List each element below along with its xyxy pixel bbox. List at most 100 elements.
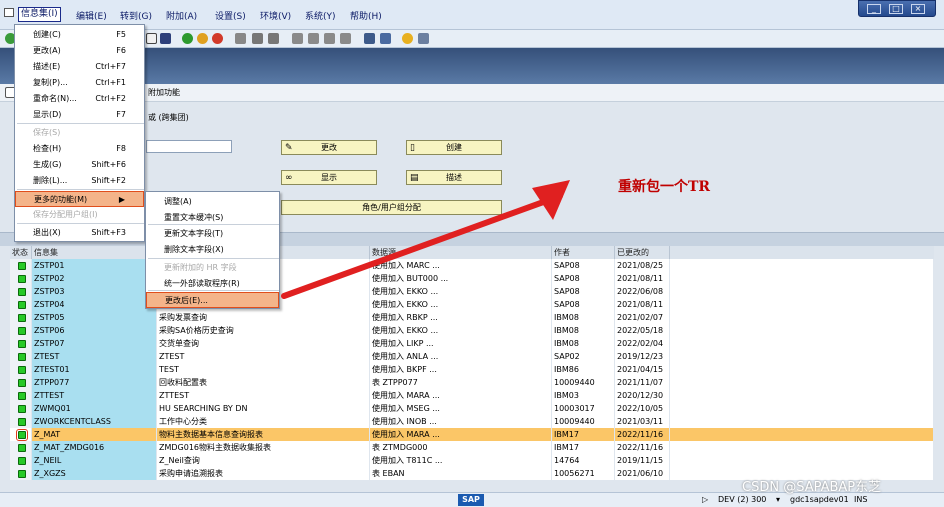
infoset-menu-item[interactable]: 检查(H) F8 xyxy=(15,141,144,157)
print-icon[interactable] xyxy=(235,33,246,44)
author-cell[interactable]: IBM08 xyxy=(552,311,615,324)
description-cell[interactable]: 交货单查询 xyxy=(157,337,370,350)
infoset-menu-item[interactable]: 重命名(N)... Ctrl+F2 xyxy=(15,91,144,107)
table-row[interactable]: ZTEST ZTEST 使用加入 ANLA ... SAP02 2019/12/23 xyxy=(10,350,934,363)
layout-icon[interactable] xyxy=(418,33,429,44)
table-row[interactable]: ZWMQ01 HU SEARCHING BY DN 使用加入 MSEG ... 100… xyxy=(10,402,934,415)
table-row[interactable]: Z_NEIL Z_Neil查询 使用加入 T811C ... 14764 2019/11… xyxy=(10,454,934,467)
description-cell[interactable]: 回收料配置表 xyxy=(157,376,370,389)
save-disk-icon[interactable] xyxy=(160,33,171,44)
changed-date-cell[interactable]: 2021/08/25 xyxy=(615,259,670,272)
description-cell[interactable]: 采购申请追溯报表 xyxy=(157,467,370,480)
header-status[interactable]: 状态 xyxy=(10,246,32,259)
changed-date-cell[interactable]: 2019/11/15 xyxy=(615,454,670,467)
table-row[interactable]: ZSTP06 采购SA价格历史查询 使用加入 EKKO ... IBM08 2022/0… xyxy=(10,324,934,337)
find-icon[interactable] xyxy=(252,33,263,44)
system-menu-icon[interactable] xyxy=(4,8,14,17)
description-cell[interactable]: ZMDG016物料主数据收集报表 xyxy=(157,441,370,454)
infoset-menu-item[interactable]: 显示(D) F7 xyxy=(15,107,144,123)
save-icon[interactable] xyxy=(146,33,157,44)
table-row[interactable]: ZSTP07 交货单查询 使用加入 LIKP ... IBM08 2022/02/04 xyxy=(10,337,934,350)
infoset-menu-item[interactable]: 创建(C) F5 xyxy=(15,27,144,43)
previous-page-icon[interactable] xyxy=(308,33,319,44)
menu-environment[interactable]: 环境(V) xyxy=(260,9,291,22)
changed-date-cell[interactable]: 2021/03/11 xyxy=(615,415,670,428)
submenu-item[interactable]: 重置文本缓冲(S) xyxy=(146,210,279,226)
data-source-cell[interactable]: 使用加入 EKKO ... xyxy=(370,324,552,337)
author-cell[interactable]: 10009440 xyxy=(552,415,615,428)
author-cell[interactable]: IBM17 xyxy=(552,428,615,441)
exit-icon[interactable] xyxy=(197,33,208,44)
data-source-cell[interactable]: 表 ZTPP077 xyxy=(370,376,552,389)
changed-date-cell[interactable]: 2022/02/04 xyxy=(615,337,670,350)
menu-system[interactable]: 系统(Y) xyxy=(305,9,336,22)
data-source-cell[interactable]: 使用加入 BKPF ... xyxy=(370,363,552,376)
infoset-name-cell[interactable]: ZTEST01 xyxy=(32,363,157,376)
next-page-icon[interactable] xyxy=(324,33,335,44)
data-source-cell[interactable]: 使用加入 INOB ... xyxy=(370,415,552,428)
minimize-button[interactable]: _ xyxy=(867,4,881,14)
submenu-item[interactable]: 统一外部读取程序(R) xyxy=(146,276,279,292)
table-row[interactable]: ZTTEST ZTTEST 使用加入 MARA ... IBM03 2020/12/30 xyxy=(10,389,934,402)
infoset-name-cell[interactable]: Z_NEIL xyxy=(32,454,157,467)
infoset-name-cell[interactable]: ZTPP077 xyxy=(32,376,157,389)
infoset-menu-item[interactable]: 更改(A) F6 xyxy=(15,43,144,59)
close-button[interactable]: × xyxy=(911,4,925,14)
table-row[interactable]: Z_MAT_ZMDG016 ZMDG016物料主数据收集报表表 ZTMDG000 I… xyxy=(10,441,934,454)
status-arrow-icon[interactable]: ▷ xyxy=(702,493,708,507)
table-row[interactable]: ZTPP077 回收料配置表表 ZTPP077 10009440 2021/11/07 xyxy=(10,376,934,389)
changed-date-cell[interactable]: 2021/08/11 xyxy=(615,272,670,285)
changed-date-cell[interactable]: 2022/11/16 xyxy=(615,441,670,454)
maximize-button[interactable]: □ xyxy=(889,4,903,14)
changed-date-cell[interactable]: 2021/04/15 xyxy=(615,363,670,376)
description-cell[interactable]: TEST xyxy=(157,363,370,376)
infoset-name-cell[interactable]: ZTEST xyxy=(32,350,157,363)
data-source-cell[interactable]: 使用加入 MSEG ... xyxy=(370,402,552,415)
infoset-menu-item[interactable]: 退出(X) Shift+F3 xyxy=(15,225,144,241)
last-page-icon[interactable] xyxy=(340,33,351,44)
description-cell[interactable]: 采购发票查询 xyxy=(157,311,370,324)
menu-extras[interactable]: 附加(A) xyxy=(166,9,197,22)
data-source-cell[interactable]: 使用加入 MARA ... xyxy=(370,428,552,441)
submenu-item[interactable]: 更新文本字段(T) xyxy=(146,226,279,242)
menu-edit[interactable]: 编辑(E) xyxy=(76,9,107,22)
infoset-name-cell[interactable]: ZSTP02 xyxy=(32,272,157,285)
first-page-icon[interactable] xyxy=(292,33,303,44)
author-cell[interactable]: SAP02 xyxy=(552,350,615,363)
changed-date-cell[interactable]: 2022/11/16 xyxy=(615,428,670,441)
status-dropdown-icon[interactable]: ▾ xyxy=(776,493,780,507)
change-button[interactable]: ✎ 更改 xyxy=(281,140,377,155)
data-source-cell[interactable]: 使用加入 ANLA ... xyxy=(370,350,552,363)
changed-date-cell[interactable]: 2021/11/07 xyxy=(615,376,670,389)
changed-date-cell[interactable]: 2022/06/08 xyxy=(615,285,670,298)
table-row[interactable]: ZSTP05 采购发票查询 使用加入 RBKP ... IBM08 2021/02/07 xyxy=(10,311,934,324)
back-icon[interactable] xyxy=(182,33,193,44)
new-session-icon[interactable] xyxy=(364,33,375,44)
author-cell[interactable]: IBM86 xyxy=(552,363,615,376)
help-icon[interactable] xyxy=(402,33,413,44)
infoset-name-cell[interactable]: Z_MAT xyxy=(32,428,157,441)
infoset-name-cell[interactable]: ZWMQ01 xyxy=(32,402,157,415)
changed-date-cell[interactable]: 2021/08/11 xyxy=(615,298,670,311)
header-infoset[interactable]: 信息集 xyxy=(32,246,157,259)
infoset-menu-item[interactable]: 删除(L)... Shift+F2 xyxy=(15,173,144,189)
author-cell[interactable]: IBM08 xyxy=(552,324,615,337)
infoset-name-cell[interactable]: ZWORKCENTCLASS xyxy=(32,415,157,428)
description-cell[interactable]: 采购SA价格历史查询 xyxy=(157,324,370,337)
table-row[interactable]: ZTEST01 TEST 使用加入 BKPF ... IBM86 2021/04/15 xyxy=(10,363,934,376)
data-source-cell[interactable]: 表 ZTMDG000 xyxy=(370,441,552,454)
infoset-name-cell[interactable]: ZSTP03 xyxy=(32,285,157,298)
infoset-name-cell[interactable]: ZSTP06 xyxy=(32,324,157,337)
description-cell[interactable]: ZTEST xyxy=(157,350,370,363)
extras-label[interactable]: 附加功能 xyxy=(148,87,180,98)
submenu-item[interactable]: 更改后(E)... xyxy=(146,292,279,308)
menu-settings[interactable]: 设置(S) xyxy=(215,9,246,22)
changed-date-cell[interactable]: 2021/02/07 xyxy=(615,311,670,324)
create-button[interactable]: ▯ 创建 xyxy=(406,140,502,155)
infoset-name-cell[interactable]: ZSTP07 xyxy=(32,337,157,350)
infoset-name-cell[interactable]: ZTTEST xyxy=(32,389,157,402)
author-cell[interactable]: IBM17 xyxy=(552,441,615,454)
infoset-name-cell[interactable]: Z_XGZS xyxy=(32,467,157,480)
infoset-input[interactable] xyxy=(146,140,232,153)
changed-date-cell[interactable]: 2019/12/23 xyxy=(615,350,670,363)
